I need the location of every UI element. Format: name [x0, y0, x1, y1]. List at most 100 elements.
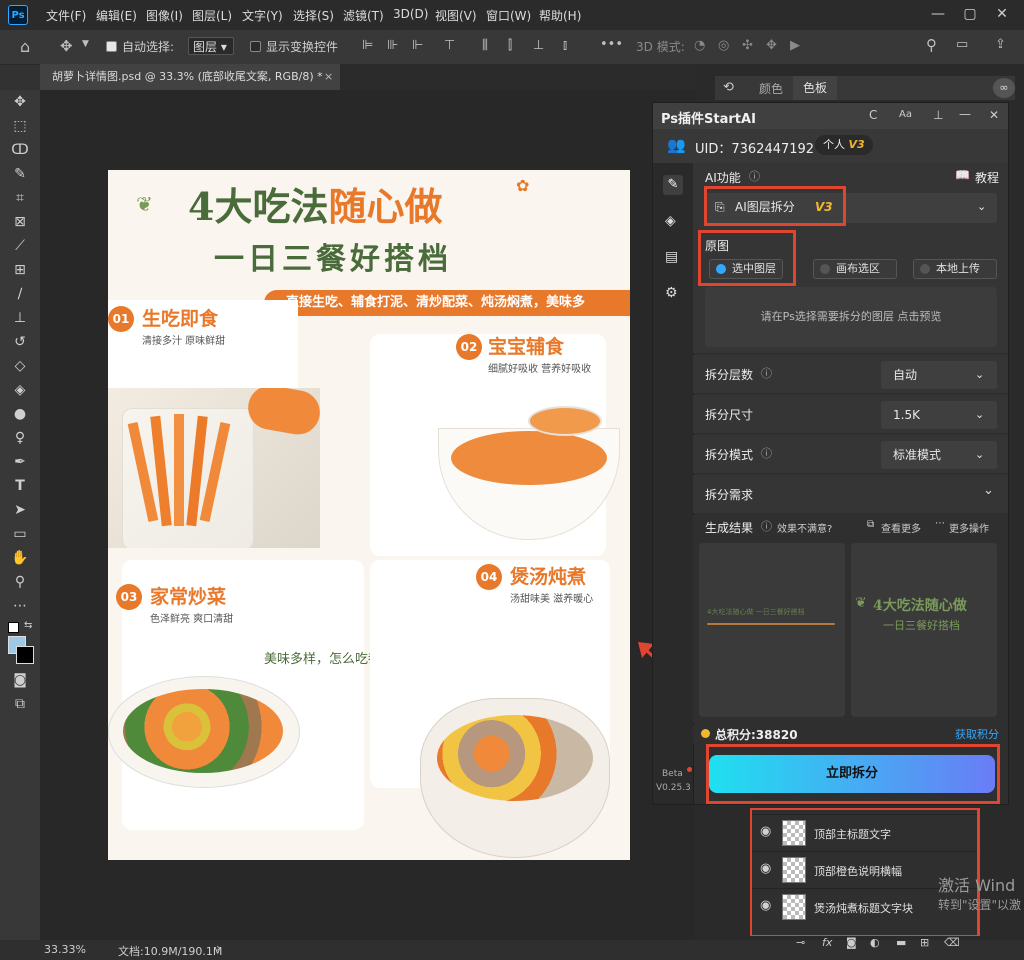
quick-select-tool-icon[interactable]: ✎	[10, 164, 30, 184]
get-points-link[interactable]: 获取积分	[955, 726, 999, 742]
close-panel-icon[interactable]: ✕	[989, 108, 999, 122]
split-need-row[interactable]: 拆分需求 ⌄	[693, 475, 1008, 513]
pin-icon[interactable]: ⊥	[933, 108, 943, 122]
frame-tool-icon[interactable]: ⊠	[10, 212, 30, 232]
align-left-icon[interactable]: ⊫	[362, 38, 373, 53]
visibility-eye-icon[interactable]: ◉	[760, 861, 771, 876]
distribute-h-icon[interactable]: ⊥	[533, 38, 544, 53]
align-center-icon[interactable]: ⊪	[387, 38, 398, 53]
zoom-tool-icon[interactable]: ⚲	[10, 572, 30, 592]
path-select-tool-icon[interactable]: ➤	[10, 500, 30, 520]
default-colors-icon[interactable]	[8, 622, 19, 633]
close-tab-icon[interactable]: ×	[324, 64, 333, 90]
history-icon[interactable]: ⟲	[723, 80, 734, 95]
more-tools-icon[interactable]: ⋯	[10, 596, 30, 616]
stamp-tool-icon[interactable]: ⊥	[10, 308, 30, 328]
distribute-icon[interactable]: ⫼	[482, 38, 488, 53]
blur-tool-icon[interactable]: ●	[10, 404, 30, 424]
layers-icon[interactable]: ◈	[665, 213, 676, 229]
status-menu-icon[interactable]: ›	[216, 941, 221, 955]
tab-color[interactable]: 颜色	[759, 80, 783, 97]
unsatisfied-link[interactable]: 效果不满意?	[777, 520, 832, 535]
settings-gear-icon[interactable]: ⚙	[665, 285, 678, 301]
split-mode-select[interactable]: 标准模式 ⌄	[881, 441, 997, 469]
split-size-select[interactable]: 1.5K ⌄	[881, 401, 997, 429]
menu-select[interactable]: 选择(S)	[293, 7, 334, 24]
view-more-link[interactable]: 查看更多	[881, 520, 921, 535]
history-brush-tool-icon[interactable]: ↺	[10, 332, 30, 352]
auto-select-checkbox[interactable]	[106, 41, 117, 52]
edit-icon[interactable]: ✎	[663, 175, 683, 195]
menu-type[interactable]: 文字(Y)	[242, 7, 283, 24]
search-icon[interactable]: ⚲	[926, 36, 937, 54]
bucket-tool-icon[interactable]: ◈	[10, 380, 30, 400]
screen-mode-icon[interactable]: ⧉	[10, 694, 30, 714]
source-option-canvas-selection[interactable]: 画布选区	[813, 259, 897, 279]
menu-filter[interactable]: 滤镜(T)	[343, 7, 384, 24]
align-top-icon[interactable]: ⊤	[444, 38, 455, 53]
marquee-tool-icon[interactable]: ⬚	[10, 116, 30, 136]
close-window-icon[interactable]: ✕	[990, 4, 1014, 24]
quick-mask-icon[interactable]: ◙	[10, 670, 30, 690]
document-tab[interactable]: 胡萝卜详情图.psd @ 33.3% (底部收尾文案, RGB/8) * ×	[40, 64, 340, 90]
more-options-icon[interactable]: •••	[600, 37, 623, 52]
menu-edit[interactable]: 编辑(E)	[96, 7, 137, 24]
shape-tool-icon[interactable]: ▭	[10, 524, 30, 544]
tab-swatches[interactable]: 色板	[793, 76, 837, 100]
result-card-1[interactable]: 4大吃法随心做 一日三餐好搭档	[699, 543, 845, 717]
home-icon[interactable]: ⌂	[20, 37, 30, 56]
dodge-tool-icon[interactable]: ♀	[10, 428, 30, 448]
visibility-eye-icon[interactable]: ◉	[760, 898, 771, 913]
document-icon[interactable]: ▤	[665, 249, 678, 265]
new-layer-icon[interactable]: ⊞	[920, 936, 929, 949]
healing-tool-icon[interactable]: ⊞	[10, 260, 30, 280]
show-transform-checkbox[interactable]	[250, 41, 261, 52]
auto-select-dropdown[interactable]: 图层 ▾	[188, 37, 234, 55]
tutorial-link[interactable]: 教程	[975, 169, 999, 186]
menu-help[interactable]: 帮助(H)	[539, 7, 581, 24]
font-size-icon[interactable]: Aa	[899, 109, 912, 120]
menu-layer[interactable]: 图层(L)	[192, 7, 232, 24]
link-layers-icon[interactable]: ⊸	[796, 936, 805, 949]
fx-icon[interactable]: fx	[822, 936, 832, 949]
minimize-panel-icon[interactable]: —	[959, 107, 971, 121]
document-canvas[interactable]: ❦ ✿ 4大吃法随心做 一日三餐好搭档 直接生吃、辅食打泥、清炒配菜、炖汤焖煮，…	[108, 170, 630, 860]
maximize-icon[interactable]: ▢	[958, 4, 982, 24]
zoom-level[interactable]: 33.33%	[44, 943, 86, 956]
result-card-2[interactable]: ❦ 4大吃法随心做 一日三餐好搭档	[851, 543, 997, 717]
type-tool-icon[interactable]: T	[10, 476, 30, 496]
account-badge[interactable]: 个人 V3	[815, 135, 873, 155]
crop-tool-icon[interactable]: ⌗	[10, 188, 30, 208]
background-color-swatch[interactable]	[16, 646, 34, 664]
refresh-icon[interactable]: C	[869, 108, 877, 122]
move-tool-icon[interactable]: ✥	[60, 37, 73, 55]
layer-row[interactable]: ◉ 顶部主标题文字	[752, 814, 977, 851]
group-folder-icon[interactable]: ▬	[896, 936, 906, 949]
adjustment-icon[interactable]: ◐	[870, 936, 880, 949]
more-ops-link[interactable]: 更多操作	[949, 520, 989, 535]
menu-window[interactable]: 窗口(W)	[486, 7, 531, 24]
distribute-spacing-icon[interactable]: ⫾	[563, 38, 567, 53]
menu-image[interactable]: 图像(I)	[146, 7, 183, 24]
align-right-icon[interactable]: ⊩	[412, 38, 423, 53]
swap-colors-icon[interactable]: ⇆	[24, 620, 32, 631]
distribute-v-icon[interactable]: ⫿	[508, 38, 512, 53]
lasso-tool-icon[interactable]: ↀ	[10, 140, 30, 160]
eyedropper-tool-icon[interactable]: ⟋	[10, 236, 30, 256]
eraser-tool-icon[interactable]: ◇	[10, 356, 30, 376]
trash-icon[interactable]: ⌫	[944, 936, 960, 949]
menu-3d[interactable]: 3D(D)	[393, 7, 428, 21]
menu-view[interactable]: 视图(V)	[435, 7, 477, 24]
creative-cloud-icon[interactable]: ∞	[993, 78, 1015, 98]
share-icon[interactable]: ⇪	[995, 37, 1006, 52]
brush-tool-icon[interactable]: ∕	[10, 284, 30, 304]
pen-tool-icon[interactable]: ✒	[10, 452, 30, 472]
mask-icon[interactable]: ◙	[846, 936, 857, 949]
workspace-icon[interactable]: ▭	[956, 37, 968, 52]
minimize-icon[interactable]: —	[926, 4, 950, 24]
split-layers-select[interactable]: 自动 ⌄	[881, 361, 997, 389]
menu-file[interactable]: 文件(F)	[46, 7, 86, 24]
chevron-down-icon[interactable]: ▼	[82, 39, 89, 49]
hand-tool-icon[interactable]: ✋	[10, 548, 30, 568]
source-option-local-upload[interactable]: 本地上传	[913, 259, 997, 279]
